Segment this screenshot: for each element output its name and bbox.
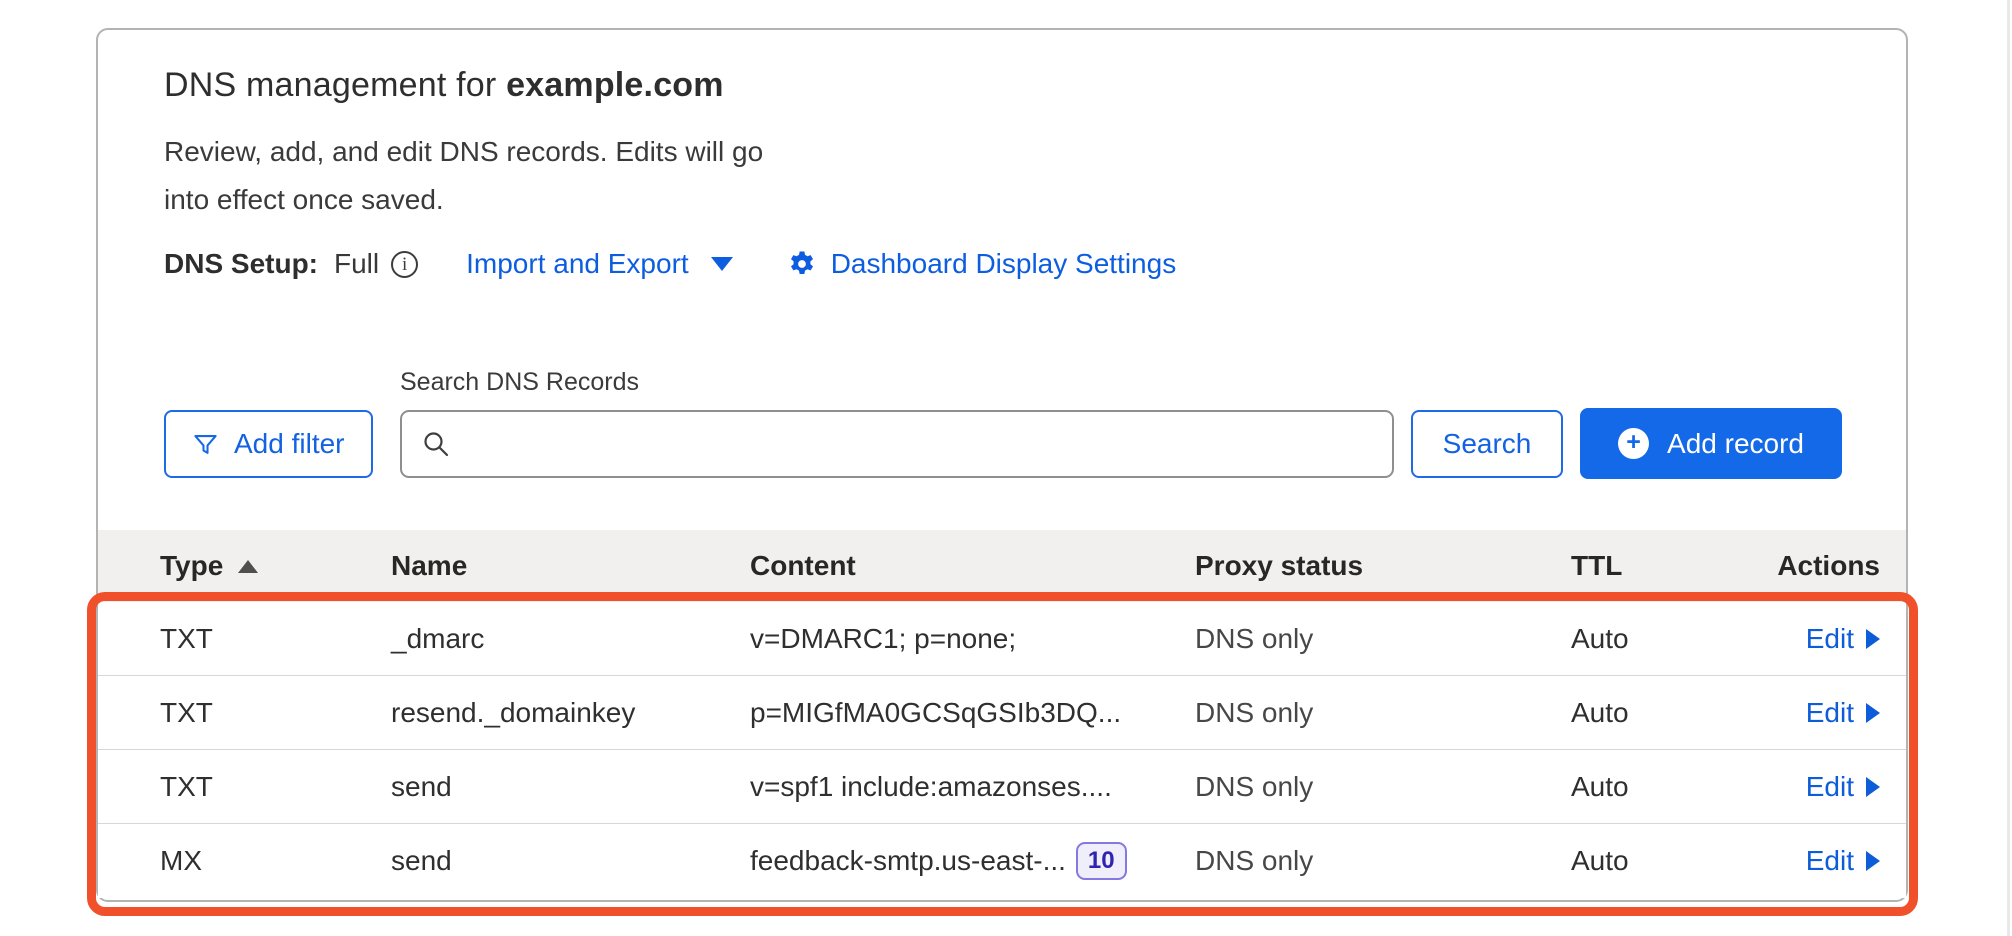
info-icon-glyph: i [402, 255, 407, 274]
cell-proxy-status: DNS only [1195, 845, 1571, 877]
cell-type: MX [98, 845, 391, 877]
cell-actions: Edit [1762, 771, 1906, 803]
dns-setup-label: DNS Setup: [164, 248, 318, 280]
sort-ascending-icon [238, 560, 258, 573]
cell-ttl: Auto [1571, 697, 1762, 729]
cell-name: _dmarc [391, 623, 750, 655]
edit-label: Edit [1806, 623, 1854, 655]
plus-icon-glyph: + [1626, 430, 1641, 455]
chevron-right-icon [1866, 777, 1880, 797]
dashboard-display-settings-link[interactable]: Dashboard Display Settings [787, 248, 1177, 280]
add-record-label: Add record [1667, 428, 1804, 460]
edit-record-link[interactable]: Edit [1806, 623, 1880, 655]
cell-type: TXT [98, 697, 391, 729]
dns-setup-value: Full [334, 248, 379, 280]
cell-type: TXT [98, 623, 391, 655]
column-header-name[interactable]: Name [391, 550, 750, 582]
column-header-proxy-status[interactable]: Proxy status [1195, 550, 1571, 582]
page-title-prefix: DNS management for [164, 66, 506, 104]
edit-record-link[interactable]: Edit [1806, 771, 1880, 803]
filter-icon [192, 431, 219, 458]
table-row: TXT resend._domainkey p=MIGfMA0GCSqGSIb3… [98, 676, 1906, 750]
chevron-right-icon [1866, 851, 1880, 871]
table-row: MX send feedback-smtp.us-east-... 10 DNS … [98, 824, 1906, 898]
cell-name: resend._domainkey [391, 697, 750, 729]
dns-management-card: DNS management for example.com Review, a… [96, 28, 1908, 902]
cell-actions: Edit [1762, 845, 1906, 877]
cell-proxy-status: DNS only [1195, 623, 1571, 655]
info-icon[interactable]: i [391, 251, 418, 278]
cell-content: v=DMARC1; p=none; [750, 623, 1195, 655]
search-icon [420, 428, 452, 460]
cell-ttl: Auto [1571, 623, 1762, 655]
cell-proxy-status: DNS only [1195, 697, 1571, 729]
cell-content: p=MIGfMA0GCSqGSIb3DQ... [750, 697, 1195, 729]
chevron-down-icon [711, 257, 733, 271]
table-header-row: Type Name Content Proxy status TTL Actio… [98, 530, 1906, 602]
add-record-button[interactable]: + Add record [1580, 408, 1842, 479]
content-text: v=spf1 include:amazonses.... [750, 771, 1112, 803]
search-label: Search DNS Records [400, 368, 639, 397]
cell-content: feedback-smtp.us-east-... 10 [750, 842, 1195, 881]
chevron-right-icon [1866, 703, 1880, 723]
page-title-domain: example.com [506, 66, 724, 104]
column-header-content[interactable]: Content [750, 550, 1195, 582]
search-input[interactable] [452, 414, 1392, 474]
cell-actions: Edit [1762, 697, 1906, 729]
edit-label: Edit [1806, 697, 1854, 729]
plus-icon: + [1618, 428, 1649, 459]
content-text: feedback-smtp.us-east-... [750, 845, 1066, 877]
page-subtitle: Review, add, and edit DNS records. Edits… [164, 128, 794, 224]
column-header-type-label: Type [160, 550, 223, 582]
cell-type: TXT [98, 771, 391, 803]
edit-label: Edit [1806, 845, 1854, 877]
cell-ttl: Auto [1571, 845, 1762, 877]
edit-label: Edit [1806, 771, 1854, 803]
scrollbar-track[interactable] [2007, 0, 2010, 936]
table-row: TXT _dmarc v=DMARC1; p=none; DNS only Au… [98, 602, 1906, 676]
search-box [400, 410, 1394, 478]
gear-icon [787, 249, 817, 279]
column-header-actions: Actions [1762, 550, 1906, 582]
content-text: v=DMARC1; p=none; [750, 623, 1016, 655]
add-filter-label: Add filter [234, 428, 345, 460]
column-header-ttl[interactable]: TTL [1571, 550, 1762, 582]
page-title: DNS management for example.com [164, 66, 724, 105]
dns-records-table: Type Name Content Proxy status TTL Actio… [98, 530, 1906, 898]
chevron-right-icon [1866, 629, 1880, 649]
add-filter-button[interactable]: Add filter [164, 410, 373, 478]
cell-name: send [391, 771, 750, 803]
cell-name: send [391, 845, 750, 877]
search-button[interactable]: Search [1411, 410, 1563, 478]
content-text: p=MIGfMA0GCSqGSIb3DQ... [750, 697, 1121, 729]
edit-record-link[interactable]: Edit [1806, 845, 1880, 877]
dashboard-display-label: Dashboard Display Settings [831, 248, 1177, 280]
cell-content: v=spf1 include:amazonses.... [750, 771, 1195, 803]
cell-actions: Edit [1762, 623, 1906, 655]
cell-ttl: Auto [1571, 771, 1762, 803]
cell-proxy-status: DNS only [1195, 771, 1571, 803]
import-export-link[interactable]: Import and Export [466, 248, 733, 280]
dns-setup-row: DNS Setup: Full i Import and Export Dash… [164, 248, 1176, 280]
import-export-label: Import and Export [466, 248, 689, 280]
edit-record-link[interactable]: Edit [1806, 697, 1880, 729]
table-row: TXT send v=spf1 include:amazonses.... DN… [98, 750, 1906, 824]
column-header-type[interactable]: Type [98, 550, 391, 582]
priority-badge: 10 [1076, 842, 1127, 881]
